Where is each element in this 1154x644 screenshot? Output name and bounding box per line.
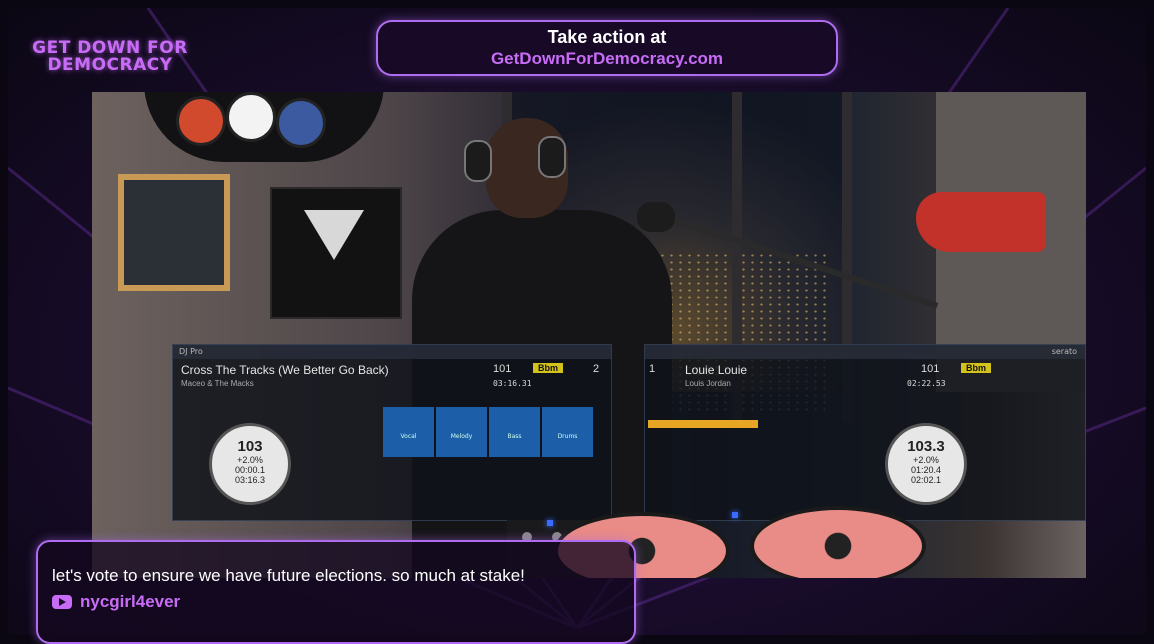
chat-overlay: let's vote to ensure we have future elec… <box>36 540 636 644</box>
deck-right-number[interactable]: 1 <box>649 363 655 375</box>
deck-right-track-title[interactable]: Louie Louie <box>685 363 747 377</box>
chat-username: nycgirl4ever <box>80 592 181 611</box>
platter-right-remaining: 02:02.1 <box>910 475 942 485</box>
get-down-for-democracy-logo: GET DOWN FOR DEMOCRACY <box>30 40 190 74</box>
pad-bass[interactable]: Bass <box>489 407 540 457</box>
deck-right-bpm: 101 <box>921 363 940 375</box>
deck-left-platter[interactable]: 103 +2.0% 00:00.1 03:16.3 <box>209 423 291 505</box>
cta-link[interactable]: GetDownForDemocracy.com <box>378 49 836 69</box>
cta-heading: Take action at <box>547 27 667 47</box>
dj-video-feed: DJ Pro Cross The Tracks (We Better Go Ba… <box>92 92 1086 578</box>
serato-deck-left: DJ Pro Cross The Tracks (We Better Go Ba… <box>172 344 612 521</box>
record-disc <box>176 96 226 146</box>
platter-left-elapsed: 00:00.1 <box>234 465 266 475</box>
chat-author: nycgirl4ever <box>52 592 180 612</box>
logo-line2: DEMOCRACY <box>47 55 173 75</box>
deck-right-artist: Louis Jordan <box>685 379 731 388</box>
serato-brand: serato <box>645 345 1085 359</box>
record-disc <box>226 92 276 142</box>
deck-left-artist: Maceo & The Macks <box>181 379 254 388</box>
pad-vocal[interactable]: Vocal <box>383 407 434 457</box>
deck-right-key: Bbm <box>961 363 991 373</box>
platter-right-elapsed: 01:20.4 <box>910 465 942 475</box>
deck-left-key: Bbm <box>533 363 563 373</box>
take-action-banner[interactable]: Take action at GetDownForDemocracy.com <box>376 20 838 76</box>
deck-left-bpm: 101 <box>493 363 512 375</box>
headphone-right-icon <box>538 136 566 178</box>
sneaker-image <box>916 192 1046 252</box>
deck-left-track-title[interactable]: Cross The Tracks (We Better Go Back) <box>181 363 389 377</box>
deck-left-number[interactable]: 2 <box>593 363 599 375</box>
microphone-icon <box>637 202 675 232</box>
pad-melody[interactable]: Melody <box>436 407 487 457</box>
platter-right-pitch: +2.0% <box>913 455 939 465</box>
platter-left-bpm: 103 <box>237 438 263 455</box>
mixer-led <box>547 520 553 526</box>
serato-deck-right: serato 1 Louie Louie Louis Jordan 101 Bb… <box>644 344 1086 521</box>
deck-left-length: 03:16.31 <box>493 379 532 388</box>
framed-artwork <box>118 174 230 291</box>
chat-message: let's vote to ensure we have future elec… <box>52 566 525 585</box>
album-triangle-art <box>304 210 364 260</box>
deck-right-length: 02:22.53 <box>907 379 946 388</box>
deck-right-platter[interactable]: 103.3 +2.0% 01:20.4 02:02.1 <box>885 423 967 505</box>
platter-right-bpm: 103.3 <box>907 438 945 455</box>
youtube-icon <box>52 595 72 609</box>
stems-pad-grid: Vocal Melody Bass Drums <box>383 407 593 457</box>
mixer-led <box>732 512 738 518</box>
pad-drums[interactable]: Drums <box>542 407 593 457</box>
waveform-overview[interactable] <box>648 420 758 428</box>
headphone-left-icon <box>464 140 492 182</box>
platter-left-remaining: 03:16.3 <box>234 475 266 485</box>
turntable-right[interactable] <box>750 506 926 578</box>
platter-left-pitch: +2.0% <box>237 455 263 465</box>
serato-titlebar-left: DJ Pro <box>173 345 611 359</box>
record-disc <box>276 98 326 148</box>
